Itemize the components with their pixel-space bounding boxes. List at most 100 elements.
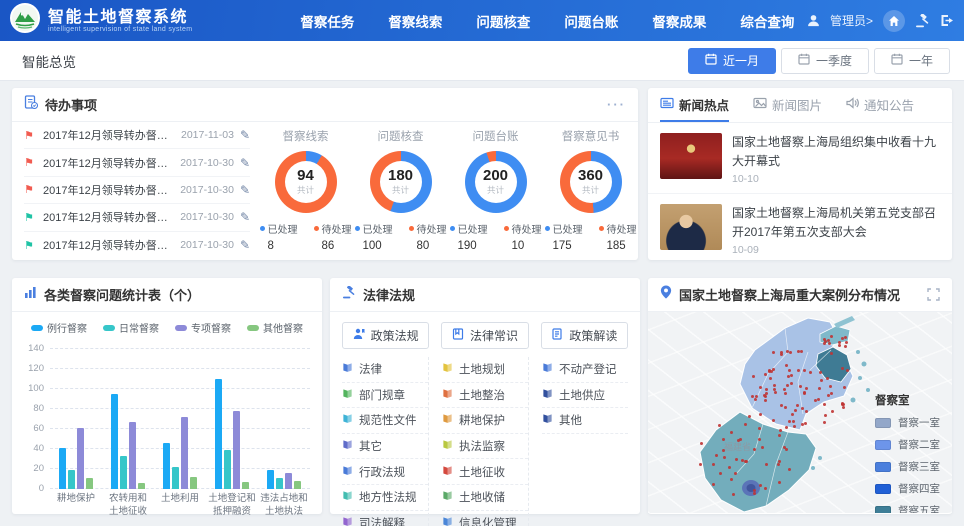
law-link-其它[interactable]: 其它 [342,434,428,460]
news-item[interactable]: 国家土地督察上海局组织集中收看十九大开幕式10-10 [648,123,952,193]
law-link-耕地保护[interactable]: 耕地保护 [442,408,528,434]
date-range-group: 近一月一季度一年 [688,48,950,74]
todo-item-title: 2017年12月领导转办督察线索 [43,182,174,198]
law-button-政策法规[interactable]: 政策法规 [342,322,429,349]
range-button-一年[interactable]: 一年 [874,48,950,74]
law-button-政策解读[interactable]: 政策解读 [541,322,628,349]
law-link-法律[interactable]: 法律 [342,357,428,383]
law-link-土地征收[interactable]: 土地征收 [442,459,528,485]
bar-日常督察[interactable] [224,450,231,489]
page-title: 智能总览 [22,51,76,71]
legend-item-例行督察[interactable]: 例行督察 [31,320,87,335]
donut-legend: 已处理8待处理86 [260,221,352,252]
law-link-规范性文件[interactable]: 规范性文件 [342,408,428,434]
brand[interactable]: 智能土地督察系统 intelligent supervision of stat… [10,3,192,38]
range-button-近一月[interactable]: 近一月 [688,48,776,74]
bar-专项督察[interactable] [285,473,292,489]
bar-其他督察[interactable] [86,478,93,489]
gavel-icon[interactable] [915,14,930,28]
flag-icon: ⚑ [24,183,37,196]
todo-item[interactable]: ⚑2017年12月领导转办督察线索2017-10-30✎ [24,177,250,204]
panel-menu-button[interactable]: ··· [607,97,626,112]
map-legend-item-督察二室[interactable]: 督察二室 [875,437,940,452]
nav-item-督察任务[interactable]: 督察任务 [300,11,354,31]
map-legend-item-督察三室[interactable]: 督察三室 [875,459,940,474]
law-link-土地供应[interactable]: 土地供应 [542,383,628,409]
todo-item[interactable]: ⚑2017年12月领导转办督察线索2017-10-30✎ [24,149,250,176]
law-link-土地收储[interactable]: 土地收储 [442,485,528,511]
law-link-行政法规[interactable]: 行政法规 [342,459,428,485]
todo-item[interactable]: ⚑2017年12月领导转办督察线索2017-11-03✎ [24,122,250,149]
case-dot [753,448,756,451]
bar-专项督察[interactable] [129,422,136,489]
tab-新闻图片[interactable]: 新闻图片 [753,88,822,122]
law-link-不动产登记[interactable]: 不动产登记 [542,357,628,383]
edit-pencil-icon[interactable]: ✎ [240,210,250,224]
home-icon[interactable] [883,10,905,32]
law-link-其他[interactable]: 其他 [542,408,628,434]
case-dot [820,379,823,382]
bar-例行督察[interactable] [267,470,274,489]
map-legend-item-督察五室[interactable]: 督察五室 [875,503,940,513]
map-legend: 督察室督察一室督察二室督察三室督察四室督察五室 [875,392,940,513]
news-item[interactable]: 国家土地督察上海局机关第五党支部召开2017年第五次支部大会10-09 [648,193,952,264]
bar-其他督察[interactable] [294,481,301,489]
map-legend-item-督察四室[interactable]: 督察四室 [875,481,940,496]
law-link-土地整治[interactable]: 土地整治 [442,383,528,409]
book-icon [442,362,453,376]
bar-其他督察[interactable] [138,483,145,489]
news-list: 国家土地督察上海局组织集中收看十九大开幕式10-10国家土地督察上海局机关第五党… [648,123,952,264]
law-link-司法解释[interactable]: 司法解释 [342,511,428,526]
nav-item-督察成果[interactable]: 督察成果 [652,11,706,31]
user-name[interactable]: 管理员> [830,12,873,29]
case-distribution-map[interactable]: 督察室督察一室督察二室督察三室督察四室督察五室 福建省 [648,312,952,513]
law-link-土地规划[interactable]: 土地规划 [442,357,528,383]
bar-例行督察[interactable] [163,443,170,489]
edit-pencil-icon[interactable]: ✎ [240,183,250,197]
todo-item[interactable]: ⚑2017年12月领导转办督察线索2017-10-30✎ [24,204,250,231]
range-button-一季度[interactable]: 一季度 [781,48,869,74]
logout-icon[interactable] [940,14,954,27]
bar-其他督察[interactable] [190,477,197,489]
edit-pencil-icon[interactable]: ✎ [240,156,250,170]
case-dot [772,351,775,354]
speaker-icon [846,97,859,112]
edit-pencil-icon[interactable]: ✎ [240,238,250,252]
bar-日常督察[interactable] [68,470,75,489]
bar-例行督察[interactable] [59,448,66,489]
todo-item[interactable]: ⚑2017年12月领导转办督察线索2017-10-30✎ [24,232,250,259]
donut-legend-value: 175 [545,240,583,252]
tab-通知公告[interactable]: 通知公告 [846,88,914,122]
legend-swatch-icon [31,325,43,331]
bar-专项督察[interactable] [181,417,188,489]
bar-日常督察[interactable] [172,467,179,489]
law-button-法律常识[interactable]: 法律常识 [441,322,528,349]
nav-item-问题台账[interactable]: 问题台账 [564,11,618,31]
nav-item-综合查询[interactable]: 综合查询 [740,11,794,31]
legend-item-日常督察[interactable]: 日常督察 [103,320,159,335]
law-link-信息化管理[interactable]: 信息化管理 [442,511,528,526]
bar-专项督察[interactable] [77,428,84,489]
x-axis-label: 违法占地和 土地执法 [258,493,310,519]
bar-专项督察[interactable] [233,411,240,489]
nav-item-问题核查[interactable]: 问题核查 [476,11,530,31]
bar-日常督察[interactable] [120,456,127,489]
donut-legend-done: 已处理175 [545,221,583,252]
law-link-执法监察[interactable]: 执法监察 [442,434,528,460]
bar-例行督察[interactable] [215,379,222,489]
tab-新闻热点[interactable]: 新闻热点 [660,88,729,122]
bar-日常督察[interactable] [276,478,283,489]
legend-item-专项督察[interactable]: 专项督察 [175,320,231,335]
legend-item-其他督察[interactable]: 其他督察 [247,320,303,335]
law-buttons: 政策法规法律常识政策解读 [330,312,640,357]
case-dot [797,369,800,372]
map-legend-item-督察一室[interactable]: 督察一室 [875,415,940,430]
bar-其他督察[interactable] [242,482,249,489]
law-link-地方性法规[interactable]: 地方性法规 [342,485,428,511]
nav-item-督察线索[interactable]: 督察线索 [388,11,442,31]
bar-例行督察[interactable] [111,394,118,489]
law-link-部门规章[interactable]: 部门规章 [342,383,428,409]
news-date: 10-10 [732,173,940,185]
edit-pencil-icon[interactable]: ✎ [240,128,250,142]
fullscreen-icon[interactable] [927,288,940,301]
